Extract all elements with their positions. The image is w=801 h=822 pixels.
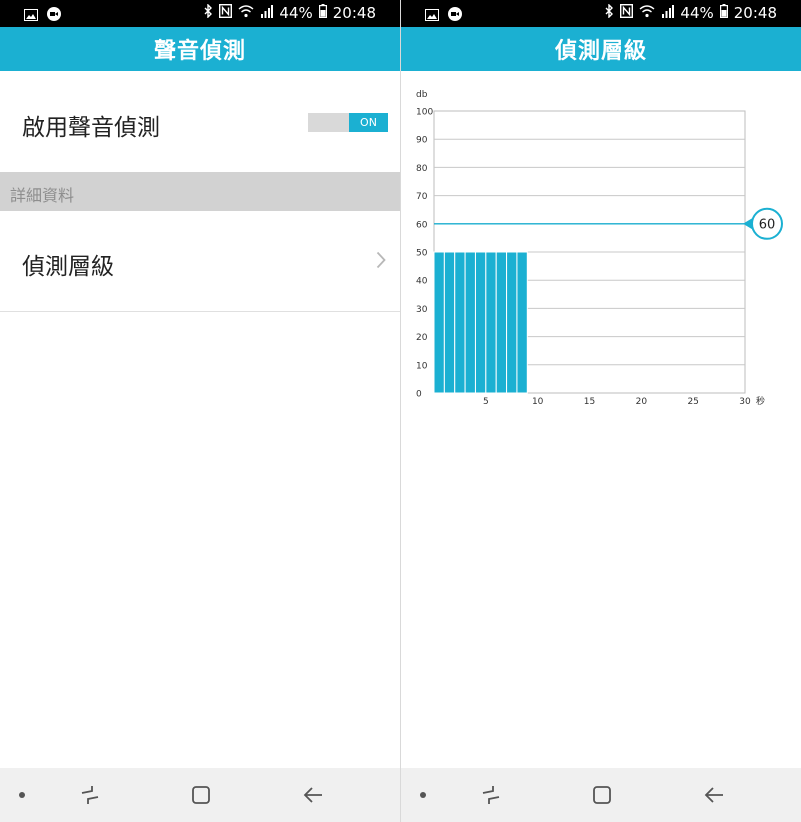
wifi-icon	[238, 4, 254, 22]
gallery-icon	[425, 6, 439, 25]
chart-svg: 0 10 20 30 40 50 60 70 80 90 100 5 10 15 20 25 30 db 秒 60	[416, 90, 783, 407]
gallery-icon	[24, 6, 38, 25]
status-bar: 44% 20:48	[401, 0, 801, 27]
signal-icon	[661, 4, 675, 22]
home-icon[interactable]	[188, 782, 214, 808]
bar	[474, 251, 487, 394]
wifi-icon	[639, 4, 655, 22]
recent-apps-icon[interactable]	[77, 782, 103, 808]
bar	[433, 251, 445, 394]
status-bar: 44% 20:48	[0, 0, 400, 27]
navigation-bar	[401, 768, 801, 822]
nfc-icon	[620, 3, 634, 22]
bar	[443, 251, 456, 394]
x-axis-label: 秒	[756, 395, 765, 407]
back-icon[interactable]	[300, 782, 326, 808]
video-record-icon	[46, 6, 62, 25]
bluetooth-icon	[204, 3, 213, 22]
bar	[454, 251, 466, 394]
y-tick-label: 10	[416, 361, 428, 371]
x-tick-label: 30	[739, 397, 751, 407]
bar	[485, 251, 497, 394]
dot-icon[interactable]	[9, 782, 35, 808]
x-tick-label: 10	[532, 397, 544, 407]
y-tick-label: 30	[416, 305, 428, 315]
bluetooth-icon	[605, 3, 614, 22]
back-icon[interactable]	[701, 782, 727, 808]
y-tick-label: 70	[416, 192, 428, 202]
y-tick-label: 100	[416, 108, 433, 118]
chevron-right-icon	[376, 251, 386, 273]
clock: 20:48	[332, 4, 376, 22]
y-tick-label: 0	[416, 390, 422, 400]
detection-level-label: 偵測層級	[22, 254, 114, 280]
app-bar: 偵測層級	[401, 27, 801, 71]
dot-icon[interactable]	[410, 782, 436, 808]
detection-level-screen: 44% 20:48 偵測層級 0 10 20 30 40 50 60 70 80 90 100 5 10…	[401, 0, 801, 822]
details-section-title: 詳細資料	[10, 186, 75, 205]
bar	[516, 251, 528, 394]
video-record-icon	[447, 6, 463, 25]
app-bar: 聲音偵測	[0, 27, 400, 71]
recent-apps-icon[interactable]	[478, 782, 504, 808]
battery-icon	[719, 4, 728, 22]
detection-level-chart: 0 10 20 30 40 50 60 70 80 90 100 5 10 15 20 25 30 db 秒 60	[401, 80, 801, 420]
toggle-on-label: ON	[349, 113, 388, 132]
x-tick-label: 20	[636, 397, 648, 407]
y-tick-label: 40	[416, 277, 428, 287]
home-icon[interactable]	[589, 782, 615, 808]
bar	[464, 251, 476, 394]
clock: 20:48	[733, 4, 777, 22]
bar	[495, 251, 508, 394]
details-section-header: 詳細資料	[0, 172, 400, 211]
battery-percent: 44%	[279, 4, 313, 22]
y-tick-label: 60	[416, 220, 428, 230]
threshold-value-label: 60	[759, 217, 776, 232]
y-tick-label: 80	[416, 164, 428, 174]
navigation-bar	[0, 768, 400, 822]
x-tick-label: 25	[687, 397, 698, 407]
y-tick-label: 90	[416, 136, 428, 146]
enable-sound-detection-toggle[interactable]: ON	[308, 113, 388, 132]
enable-sound-detection-label: 啟用聲音偵測	[22, 115, 160, 141]
sound-detection-screen: 44% 20:48 聲音偵測 啟用聲音偵測 ON 詳細資料 偵測層級	[0, 0, 400, 822]
battery-percent: 44%	[680, 4, 714, 22]
x-tick-label: 15	[584, 397, 595, 407]
y-tick-label: 20	[416, 333, 428, 343]
bar	[506, 251, 518, 394]
x-tick-label: 5	[483, 397, 489, 407]
y-tick-label: 50	[416, 249, 428, 259]
page-title: 偵測層級	[554, 39, 647, 64]
nfc-icon	[219, 3, 233, 22]
y-axis-label: db	[416, 90, 428, 100]
battery-icon	[318, 4, 327, 22]
detection-level-row[interactable]: 偵測層級	[0, 211, 400, 312]
signal-icon	[260, 4, 274, 22]
page-title: 聲音偵測	[153, 39, 246, 64]
